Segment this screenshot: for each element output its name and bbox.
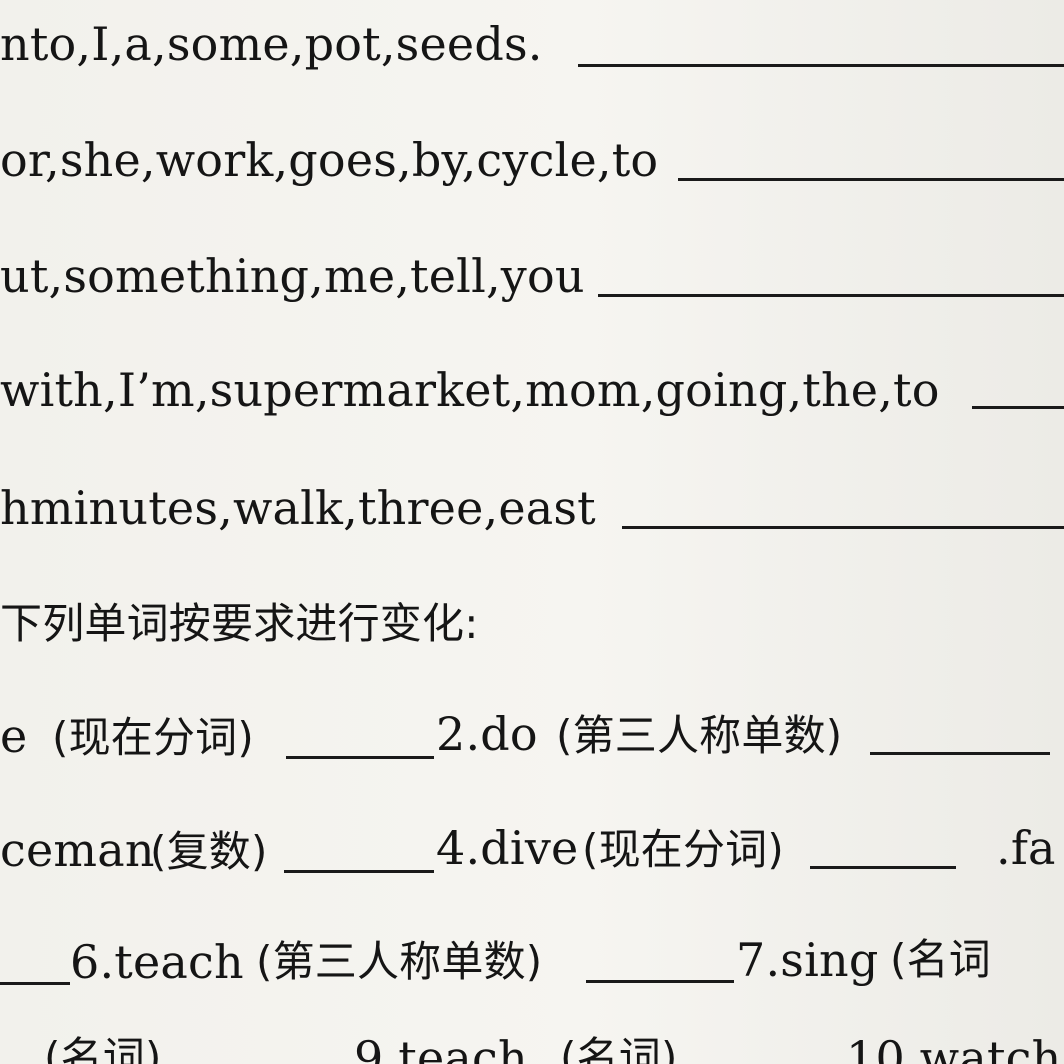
worksheet-page: nto,I,a,some,pot,seeds. or,she,work,goes… bbox=[0, 0, 1064, 1064]
answer-blank[interactable] bbox=[810, 866, 956, 869]
word-text: 4.dive bbox=[436, 821, 579, 875]
answer-blank[interactable] bbox=[586, 980, 734, 983]
word-hint: (复数) bbox=[150, 827, 268, 876]
word-change-7: 7.sing bbox=[736, 932, 878, 988]
reorder-item-3: ut,something,me,tell,you bbox=[0, 248, 585, 304]
answer-blank[interactable] bbox=[972, 406, 1064, 409]
section-heading: 下列单词按要求进行变化: bbox=[0, 599, 479, 648]
word-hint: (现在分词) bbox=[582, 825, 784, 874]
word-change-6: 6.teach bbox=[70, 934, 244, 990]
reorder-item-5: hminutes,walk,three,east bbox=[0, 480, 596, 536]
answer-blank[interactable] bbox=[0, 982, 70, 985]
word-hint: (名词) bbox=[44, 1033, 162, 1064]
answer-blank[interactable] bbox=[284, 870, 434, 873]
answer-blank[interactable] bbox=[598, 294, 1064, 297]
word-change-3: ceman bbox=[0, 822, 155, 878]
word-change-4: 4.dive bbox=[436, 820, 578, 876]
word-change-2: 2.do bbox=[436, 706, 538, 762]
word-hint: (名词 bbox=[890, 935, 991, 984]
word-change-9: 9.teach bbox=[354, 1030, 528, 1064]
reorder-words: or,she,work,goes,by,cycle,to bbox=[0, 133, 659, 187]
reorder-item-4: with,I’m,supermarket,mom,going,the,to bbox=[0, 362, 940, 418]
word-text: .fa bbox=[996, 821, 1056, 875]
answer-blank[interactable] bbox=[622, 526, 1064, 529]
answer-blank[interactable] bbox=[578, 64, 1064, 67]
word-hint: (第三人称单数) bbox=[556, 711, 843, 760]
word-text: ceman bbox=[0, 823, 155, 877]
reorder-words: hminutes,walk,three,east bbox=[0, 481, 596, 535]
word-hint: (名词) bbox=[560, 1033, 678, 1064]
word-change-10: 10.watch bbox=[846, 1030, 1061, 1064]
reorder-words: nto,I,a,some,pot,seeds. bbox=[0, 17, 543, 71]
word-change-5: .fa bbox=[996, 820, 1056, 876]
word-text: 6.teach bbox=[70, 935, 244, 989]
answer-blank[interactable] bbox=[870, 752, 1050, 755]
reorder-item-1: nto,I,a,some,pot,seeds. bbox=[0, 16, 543, 72]
word-text: 9.teach bbox=[354, 1031, 528, 1064]
word-text: 2.do bbox=[436, 707, 538, 761]
word-text: e bbox=[0, 709, 28, 763]
word-change-1: e bbox=[0, 708, 27, 764]
word-text: 10.watch bbox=[846, 1031, 1062, 1064]
word-hint: (第三人称单数) bbox=[256, 937, 543, 986]
reorder-words: ut,something,me,tell,you bbox=[0, 249, 585, 303]
word-text: 7.sing bbox=[736, 933, 879, 987]
answer-blank[interactable] bbox=[286, 756, 434, 759]
answer-blank[interactable] bbox=[678, 178, 1064, 181]
reorder-words: with,I’m,supermarket,mom,going,the,to bbox=[0, 363, 940, 417]
reorder-item-2: or,she,work,goes,by,cycle,to bbox=[0, 132, 658, 188]
word-hint: (现在分词) bbox=[52, 713, 254, 762]
